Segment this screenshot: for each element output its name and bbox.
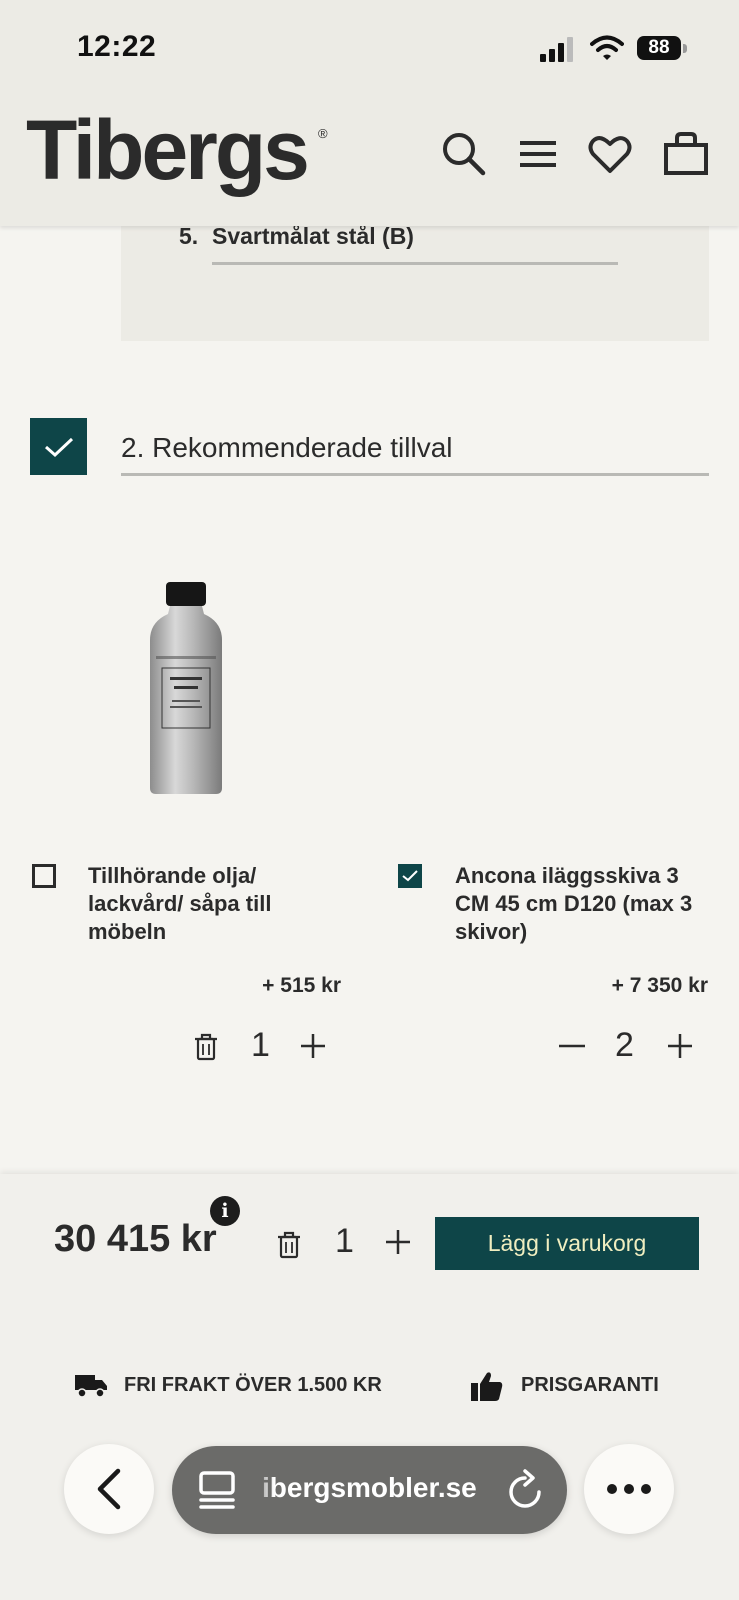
- check-icon: [44, 437, 73, 457]
- heart-icon[interactable]: [586, 130, 634, 178]
- trash-icon[interactable]: [189, 1029, 223, 1063]
- divider: [121, 473, 709, 476]
- top-header: 12:22 88 Tibergs ®: [0, 0, 739, 226]
- option-label-oil[interactable]: Tillhörande olja/ lackvård/ såpa till mö…: [88, 862, 338, 946]
- chevron-left-icon: [97, 1468, 121, 1510]
- plus-icon[interactable]: [296, 1029, 330, 1063]
- truck-icon: [74, 1372, 108, 1398]
- variant-option[interactable]: Svartmålat stål (B): [212, 223, 414, 250]
- battery-level: 88: [637, 36, 681, 60]
- section-checkbox[interactable]: [30, 418, 87, 475]
- url-fade: [252, 1466, 274, 1510]
- url-text[interactable]: ibergsmobler.se: [262, 1472, 477, 1504]
- brand-logo[interactable]: Tibergs: [26, 108, 310, 192]
- variant-panel: [121, 226, 709, 341]
- trash-icon[interactable]: [272, 1227, 306, 1261]
- option-checkbox-oil[interactable]: [32, 864, 56, 888]
- minus-icon[interactable]: [555, 1029, 589, 1063]
- wifi-icon: [590, 34, 624, 62]
- add-to-cart-button[interactable]: Lägg i varukorg: [435, 1217, 699, 1270]
- option-quantity-oil: 1: [251, 1026, 270, 1064]
- more-button[interactable]: [584, 1444, 674, 1534]
- menu-icon[interactable]: [514, 130, 562, 178]
- option-quantity-leaf: 2: [615, 1026, 634, 1064]
- registered-mark: ®: [318, 126, 328, 141]
- check-icon: [402, 870, 418, 882]
- page-menu-icon[interactable]: [198, 1470, 236, 1510]
- option-price-oil: + 515 kr: [262, 974, 341, 997]
- battery-icon: 88: [637, 36, 689, 62]
- cart-quantity: 1: [335, 1222, 354, 1260]
- back-button[interactable]: [64, 1444, 154, 1534]
- option-label-leaf[interactable]: Ancona iläggsskiva 3 CM 45 cm D120 (max …: [455, 862, 715, 946]
- plus-icon[interactable]: [381, 1225, 415, 1259]
- variant-number: 5.: [179, 223, 199, 249]
- divider: [212, 262, 618, 265]
- reload-icon[interactable]: [506, 1469, 544, 1511]
- cart-icon[interactable]: [662, 130, 710, 178]
- thumbs-up-icon: [470, 1370, 504, 1402]
- option-checkbox-leaf[interactable]: [398, 864, 422, 888]
- option-price-leaf: + 7 350 kr: [611, 974, 708, 997]
- signal-icon: [540, 36, 576, 62]
- more-dots-icon: [607, 1484, 651, 1494]
- info-icon[interactable]: i: [210, 1196, 240, 1226]
- usp-free-shipping: FRI FRAKT ÖVER 1.500 KR: [124, 1374, 382, 1396]
- usp-price-guarantee: PRISGARANTI: [521, 1374, 659, 1396]
- total-price: 30 415 kr: [54, 1218, 217, 1260]
- furniture-care-bottle-image: [148, 580, 224, 796]
- search-icon[interactable]: [440, 130, 488, 178]
- plus-icon[interactable]: [663, 1029, 697, 1063]
- section-title: 2. Rekommenderade tillval: [121, 432, 453, 463]
- status-time: 12:22: [77, 30, 157, 63]
